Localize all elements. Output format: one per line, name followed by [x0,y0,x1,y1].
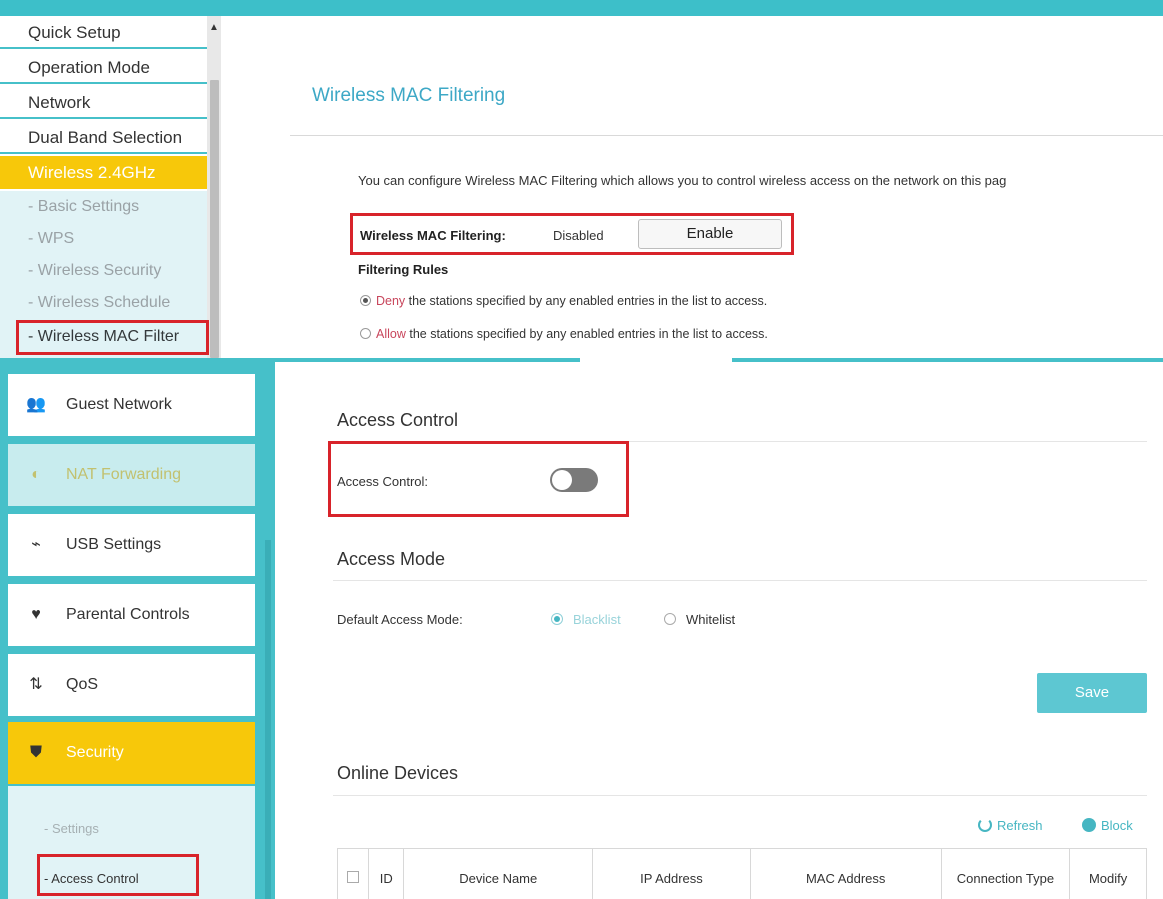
section-divider [333,795,1147,796]
nav-label: Guest Network [66,396,172,413]
column-header-ip-address: IP Address [592,848,751,899]
deny-radio[interactable] [360,295,371,306]
whitelist-option[interactable]: Whitelist [664,612,735,627]
online-devices-table: ID Device Name IP Address MAC Address Co… [336,848,1147,899]
usb-icon: ⌁ [31,536,41,553]
scroll-up-arrow-icon[interactable]: ▲ [209,22,219,33]
nav-parental-controls[interactable]: ♥ Parental Controls [8,584,255,646]
block-button[interactable]: Block [1082,818,1133,833]
column-header-connection-type: Connection Type [940,848,1071,899]
subnav-wireless-security[interactable]: - Wireless Security [0,255,207,287]
column-header-device-name: Device Name [403,848,594,899]
nav-label: Parental Controls [66,606,190,623]
select-all-checkbox[interactable] [347,870,360,883]
nav-dual-band-selection[interactable]: Dual Band Selection [0,121,207,154]
block-icon [1082,818,1096,832]
blacklist-radio[interactable] [551,613,563,625]
mac-filtering-status: Disabled [553,228,604,243]
nav-security[interactable]: ⛊ Security [8,722,255,784]
select-all-cell [336,848,370,899]
mac-filtering-label: Wireless MAC Filtering: [360,228,506,243]
rule-deny-option[interactable]: Deny the stations specified by any enabl… [360,294,767,308]
subnav-access-control[interactable]: - Access Control [44,871,139,886]
page-title-wireless-mac-filtering: Wireless MAC Filtering [312,85,506,106]
allow-rule-text: the stations specified by any enabled en… [405,327,768,341]
nav-label: NAT Forwarding [66,466,181,483]
section-divider [333,441,1147,442]
column-header-mac-address: MAC Address [749,848,942,899]
nav-operation-mode[interactable]: Operation Mode [0,51,207,84]
whitelist-label: Whitelist [686,612,736,627]
nav-quick-setup[interactable]: Quick Setup [0,16,207,49]
refresh-button[interactable]: Refresh [978,818,1043,833]
block-label: Block [1101,818,1133,833]
section-title-online-devices: Online Devices [337,763,459,783]
nav-label: Security [66,744,124,761]
nav-nat-forwarding[interactable]: ◐ NAT Forwarding [8,444,255,506]
nav-label: QoS [66,676,99,693]
nav-wireless-24ghz[interactable]: Wireless 2.4GHz [0,156,207,189]
subnav-basic-settings[interactable]: - Basic Settings [0,191,207,223]
access-control-toggle[interactable] [550,468,598,492]
deny-keyword: Deny [376,294,406,308]
nav-guest-network[interactable]: 👥 Guest Network [8,374,255,436]
enable-button[interactable]: Enable [638,219,782,249]
subnav-wireless-schedule[interactable]: - Wireless Schedule [0,287,207,319]
subnav-wireless-mac-filter[interactable]: - Wireless MAC Filter [0,321,207,353]
top-scrollbar-thumb[interactable] [210,80,219,358]
title-divider [290,135,1163,136]
save-button[interactable]: Save [1037,673,1147,713]
blacklist-option[interactable]: Blacklist [551,612,621,627]
top-sidebar-edge [221,16,241,360]
allow-keyword: Allow [376,327,406,341]
section-title-access-mode: Access Mode [337,549,446,569]
refresh-icon [978,818,992,832]
bottom-sidebar-scrollbar[interactable] [265,540,271,899]
nav-usb-settings[interactable]: ⌁ USB Settings [8,514,255,576]
filtering-rules-label: Filtering Rules [358,262,449,277]
rule-allow-option[interactable]: Allow the stations specified by any enab… [360,327,768,341]
section-title-access-control: Access Control [337,410,459,430]
top-header-bar [0,0,1163,16]
nat-forwarding-icon: ◐ [31,466,41,483]
subnav-settings[interactable]: - Settings [44,821,99,836]
table-header-row: ID Device Name IP Address MAC Address Co… [336,848,1147,899]
parental-controls-icon: ♥ [31,606,41,623]
screenshot-composite: Quick Setup Operation Mode Network Dual … [0,0,1163,899]
nav-qos[interactable]: ⇅ QoS [8,654,255,716]
default-access-mode-label: Default Access Mode: [337,612,463,627]
whitelist-radio[interactable] [664,613,676,625]
column-header-modify: Modify [1069,848,1147,899]
blacklist-label: Blacklist [573,612,621,627]
nav-label: USB Settings [66,536,162,553]
qos-icon: ⇅ [29,676,43,693]
deny-rule-text: the stations specified by any enabled en… [405,294,768,308]
toggle-knob [552,470,572,490]
panel-separator-right [732,358,1163,362]
section-divider [333,580,1147,581]
column-header-id: ID [368,848,405,899]
mac-filtering-description: You can configure Wireless MAC Filtering… [358,173,1007,188]
allow-radio[interactable] [360,328,371,339]
nav-network[interactable]: Network [0,86,207,119]
guest-network-icon: 👥 [26,396,46,413]
shield-icon: ⛊ [29,744,42,761]
access-control-label: Access Control: [337,474,429,489]
refresh-label: Refresh [997,818,1043,833]
subnav-wps[interactable]: - WPS [0,223,207,255]
